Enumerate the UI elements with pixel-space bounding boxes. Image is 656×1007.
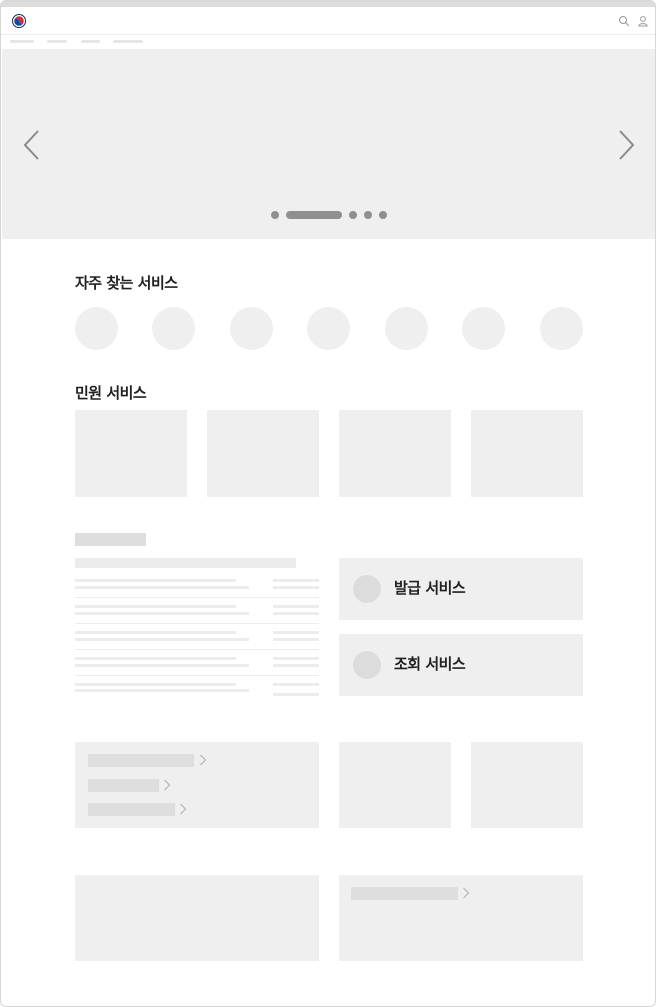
frequent-service-item[interactable] (152, 307, 195, 350)
frequent-service-item[interactable] (462, 307, 505, 350)
list-divider (75, 649, 319, 650)
lookup-service-icon (353, 651, 381, 679)
civil-service-card[interactable] (207, 410, 319, 497)
carousel-dot[interactable] (349, 211, 357, 219)
site-header (1, 7, 655, 35)
issue-service-button[interactable]: 발급 서비스 (339, 558, 583, 620)
carousel-indicators (2, 210, 655, 220)
list-item-meta (273, 683, 319, 686)
civil-service-card[interactable] (471, 410, 583, 497)
frequent-service-item[interactable] (230, 307, 273, 350)
list-item-meta (273, 657, 319, 660)
list-item-title[interactable] (75, 631, 236, 634)
nav-item-4[interactable] (113, 40, 143, 43)
banner-card[interactable] (471, 742, 583, 828)
bottom-panel-right (339, 875, 583, 961)
civil-services-title: 민원 서비스 (75, 384, 147, 402)
news-list-header (75, 558, 296, 568)
frequent-service-item[interactable] (540, 307, 583, 350)
browser-frame: 자주 찾는 서비스 민원 서비스 발급 서비스 조회 서비스 (0, 0, 656, 1007)
list-item-title[interactable] (75, 579, 236, 582)
banner-card[interactable] (339, 742, 451, 828)
list-item-meta (273, 664, 319, 667)
bottom-panel-left[interactable] (75, 875, 319, 961)
list-item-meta (273, 631, 319, 634)
list-item-subtitle (75, 638, 249, 641)
carousel-dot-active[interactable] (286, 211, 342, 219)
list-item-subtitle (75, 689, 249, 692)
quick-links-panel (75, 742, 319, 828)
search-icon[interactable] (618, 15, 630, 27)
list-item-meta (273, 586, 319, 589)
quick-link[interactable] (88, 754, 194, 767)
frequent-service-item[interactable] (75, 307, 118, 350)
issue-service-icon (353, 575, 381, 603)
bottom-panel-link[interactable] (351, 887, 458, 900)
list-divider (75, 675, 319, 676)
hero-carousel[interactable] (2, 49, 655, 239)
list-divider (75, 597, 319, 598)
frequent-services-title: 자주 찾는 서비스 (75, 274, 178, 292)
nav-item-3[interactable] (81, 40, 100, 43)
chevron-right-icon (200, 754, 207, 766)
lookup-service-label: 조회 서비스 (394, 655, 466, 673)
civil-service-card[interactable] (75, 410, 187, 497)
carousel-dot[interactable] (379, 211, 387, 219)
carousel-dot[interactable] (364, 211, 372, 219)
chevron-right-icon (463, 887, 470, 899)
list-item-subtitle (75, 612, 249, 615)
list-item-meta (273, 638, 319, 641)
list-item-title[interactable] (75, 657, 236, 660)
list-item-meta (273, 612, 319, 615)
government-taegeuk-logo-icon[interactable] (12, 14, 26, 28)
chevron-left-icon[interactable] (21, 129, 43, 161)
quick-link[interactable] (88, 803, 175, 816)
list-divider (75, 623, 319, 624)
list-item-subtitle (75, 664, 249, 667)
main-nav (1, 35, 655, 49)
user-icon[interactable] (637, 15, 649, 27)
list-item-title[interactable] (75, 683, 236, 686)
list-item-meta (273, 579, 319, 582)
list-item-title[interactable] (75, 605, 236, 608)
list-item-meta (273, 693, 319, 696)
chevron-right-icon (164, 779, 171, 791)
nav-item-1[interactable] (10, 40, 34, 43)
chevron-right-icon[interactable] (615, 129, 637, 161)
list-item-meta (273, 605, 319, 608)
list-item-subtitle (75, 586, 249, 589)
news-section-heading (75, 533, 146, 546)
quick-link[interactable] (88, 779, 159, 792)
chevron-right-icon (180, 803, 187, 815)
carousel-dot[interactable] (271, 211, 279, 219)
frequent-service-item[interactable] (307, 307, 350, 350)
nav-item-2[interactable] (47, 40, 67, 43)
civil-service-card[interactable] (339, 410, 451, 497)
issue-service-label: 발급 서비스 (394, 579, 466, 597)
lookup-service-button[interactable]: 조회 서비스 (339, 634, 583, 696)
frequent-service-item[interactable] (385, 307, 428, 350)
